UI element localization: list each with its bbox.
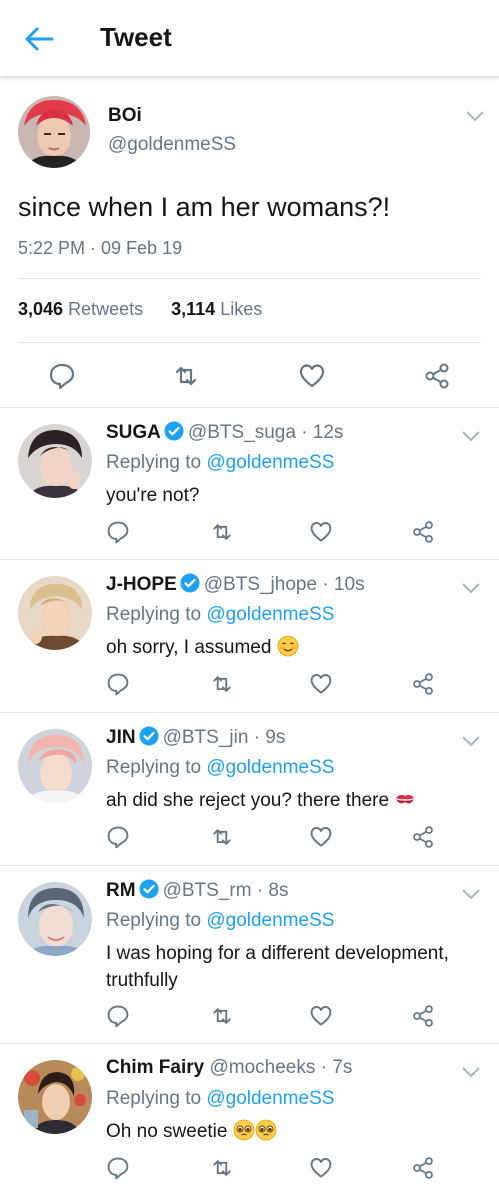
reply-icon[interactable] bbox=[48, 362, 76, 390]
reply-icon[interactable] bbox=[106, 1156, 130, 1180]
heart-icon[interactable] bbox=[309, 1156, 333, 1180]
display-name[interactable]: RM bbox=[106, 880, 136, 901]
heart-icon[interactable] bbox=[309, 825, 333, 849]
tweet-text: since when I am her womans?! bbox=[18, 192, 391, 222]
retweet-icon[interactable] bbox=[210, 1156, 234, 1180]
heart-icon[interactable] bbox=[309, 1004, 333, 1028]
retweet-icon[interactable] bbox=[210, 672, 234, 696]
reply-text: ah did she reject you? there there bbox=[106, 787, 491, 814]
display-name[interactable]: SUGA bbox=[106, 422, 161, 443]
chevron-down-icon[interactable] bbox=[461, 888, 481, 900]
chevron-down-icon[interactable] bbox=[461, 1066, 481, 1078]
reply-tweet[interactable]: Chim Fairy @mocheeks · 7s Replying to @g… bbox=[0, 1044, 499, 1200]
reply-tweet[interactable]: RM @BTS_rm · 8s Replying to @goldenmeSS I… bbox=[0, 866, 499, 1044]
chevron-down-icon[interactable] bbox=[461, 430, 481, 442]
page-title: Tweet bbox=[100, 22, 172, 52]
mention-link[interactable]: @goldenmeSS bbox=[206, 1088, 334, 1109]
display-name[interactable]: Chim Fairy bbox=[106, 1057, 204, 1078]
divider bbox=[18, 278, 481, 279]
avatar[interactable] bbox=[18, 576, 92, 650]
reply-icon[interactable] bbox=[106, 672, 130, 696]
mention-link[interactable]: @goldenmeSS bbox=[206, 757, 334, 778]
share-icon[interactable] bbox=[411, 1156, 435, 1180]
timestamp: 5:22 PM · 09 Feb 19 bbox=[18, 238, 183, 258]
reply-icon[interactable] bbox=[106, 1004, 130, 1028]
replying-to: Replying to @goldenmeSS bbox=[106, 1088, 335, 1109]
heart-icon[interactable] bbox=[298, 362, 326, 390]
avatar[interactable] bbox=[18, 729, 92, 803]
reply-header: SUGA @BTS_suga · 12s bbox=[106, 421, 343, 444]
smiling-face-icon bbox=[277, 635, 299, 657]
mention-link[interactable]: @goldenmeSS bbox=[206, 604, 334, 625]
heart-icon[interactable] bbox=[309, 520, 333, 544]
chevron-down-icon[interactable] bbox=[461, 735, 481, 747]
mention-link[interactable]: @goldenmeSS bbox=[206, 910, 334, 931]
heart-icon[interactable] bbox=[309, 672, 333, 696]
replying-to: Replying to @goldenmeSS bbox=[106, 910, 335, 931]
share-icon[interactable] bbox=[423, 362, 451, 390]
share-icon[interactable] bbox=[411, 672, 435, 696]
verified-badge-icon bbox=[180, 573, 200, 593]
chevron-down-icon[interactable] bbox=[461, 582, 481, 594]
retweet-icon[interactable] bbox=[172, 362, 200, 390]
handle-time: @BTS_jin · 9s bbox=[162, 727, 286, 748]
retweet-icon[interactable] bbox=[210, 1004, 234, 1028]
reply-text: I was hoping for a different development… bbox=[106, 943, 449, 991]
retweets-stat[interactable]: 3,046 Retweets bbox=[18, 299, 147, 319]
verified-badge-icon bbox=[139, 726, 159, 746]
likes-stat[interactable]: 3,114 Likes bbox=[171, 299, 266, 319]
share-icon[interactable] bbox=[411, 1004, 435, 1028]
replying-to: Replying to @goldenmeSS bbox=[106, 757, 335, 778]
display-name[interactable]: JIN bbox=[106, 727, 136, 748]
replying-to: Replying to @goldenmeSS bbox=[106, 452, 335, 473]
reply-tweet[interactable]: SUGA @BTS_suga · 12s Replying to @goldenm… bbox=[0, 408, 499, 560]
reply-header: JIN @BTS_jin · 9s bbox=[106, 726, 285, 749]
reply-text: Oh no sweetie bbox=[106, 1118, 491, 1145]
tweet-stats: 3,046 Retweets 3,114 Likes bbox=[18, 299, 270, 320]
pleading-face-icon bbox=[255, 1119, 277, 1141]
retweet-icon[interactable] bbox=[210, 520, 234, 544]
tweet-actions bbox=[0, 354, 499, 398]
replying-to: Replying to @goldenmeSS bbox=[106, 604, 335, 625]
reply-icon[interactable] bbox=[106, 520, 130, 544]
handle-time: @BTS_rm · 8s bbox=[162, 880, 289, 901]
share-icon[interactable] bbox=[411, 520, 435, 544]
reply-header: Chim Fairy @mocheeks · 7s bbox=[106, 1057, 352, 1079]
avatar[interactable] bbox=[18, 424, 92, 498]
handle-time: @BTS_suga · 12s bbox=[187, 422, 344, 443]
reply-icon[interactable] bbox=[106, 825, 130, 849]
avatar[interactable] bbox=[18, 882, 92, 956]
handle-time: @BTS_jhope · 10s bbox=[203, 574, 365, 595]
handle-time: @mocheeks · 7s bbox=[209, 1057, 353, 1078]
pleading-face-icon bbox=[233, 1119, 255, 1141]
display-name[interactable]: J-HOPE bbox=[106, 574, 177, 595]
avatar[interactable] bbox=[18, 96, 90, 168]
reply-tweet[interactable]: JIN @BTS_jin · 9s Replying to @goldenmeSS… bbox=[0, 713, 499, 866]
arrow-left-icon[interactable] bbox=[22, 22, 56, 56]
reply-header: J-HOPE @BTS_jhope · 10s bbox=[106, 573, 365, 596]
share-icon[interactable] bbox=[411, 825, 435, 849]
reply-text: oh sorry, I assumed bbox=[106, 634, 491, 661]
reply-tweet[interactable]: J-HOPE @BTS_jhope · 10s Replying to @gold… bbox=[0, 560, 499, 713]
main-tweet: BOi @goldenmeSS since when I am her woma… bbox=[0, 80, 499, 407]
mention-link[interactable]: @goldenmeSS bbox=[206, 452, 334, 473]
kiss-mark-icon bbox=[396, 794, 415, 804]
retweet-icon[interactable] bbox=[210, 825, 234, 849]
verified-badge-icon bbox=[164, 421, 184, 441]
display-name[interactable]: BOi bbox=[108, 105, 142, 127]
top-app-bar: Tweet bbox=[0, 0, 499, 78]
chevron-down-icon[interactable] bbox=[465, 110, 485, 122]
reply-text: you're not? bbox=[106, 485, 200, 506]
divider bbox=[18, 342, 481, 343]
handle[interactable]: @goldenmeSS bbox=[108, 134, 236, 156]
reply-header: RM @BTS_rm · 8s bbox=[106, 879, 288, 902]
verified-badge-icon bbox=[139, 879, 159, 899]
avatar[interactable] bbox=[18, 1060, 92, 1134]
